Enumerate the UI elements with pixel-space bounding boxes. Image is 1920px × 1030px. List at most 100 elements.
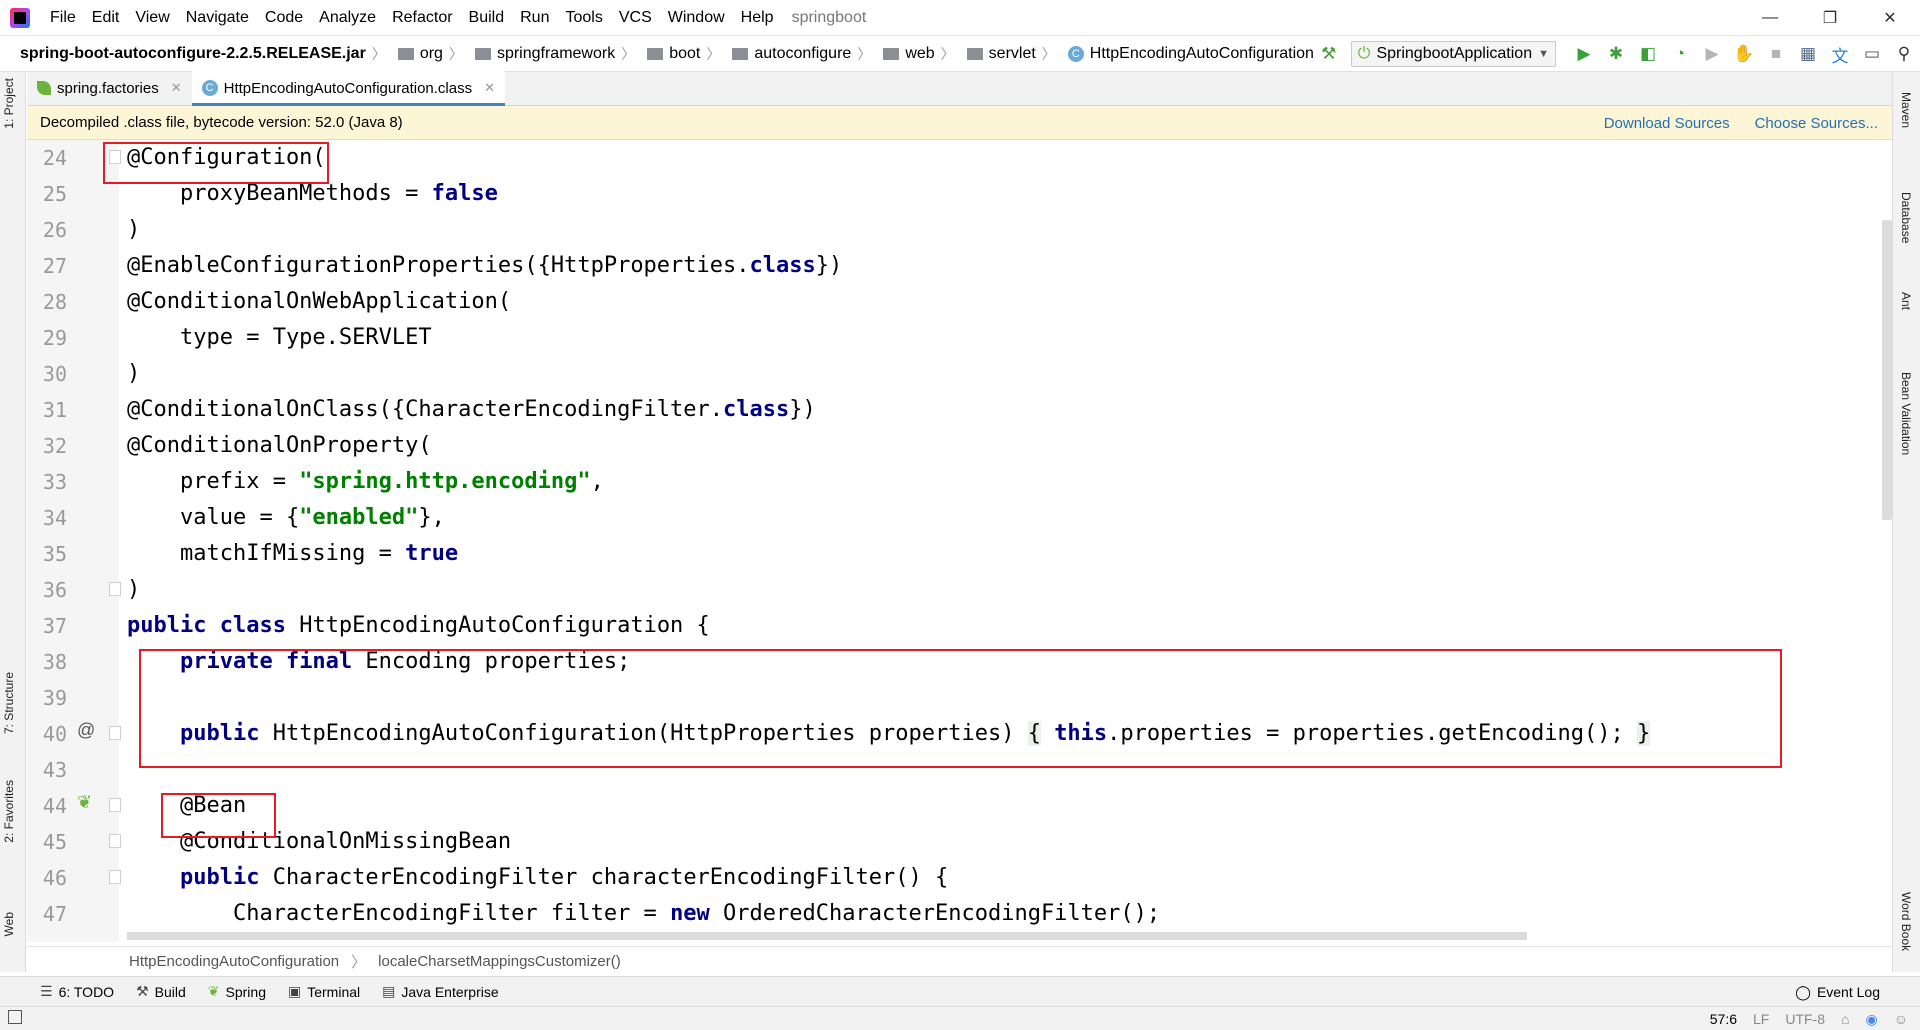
search-icon[interactable]: ⚲ — [1888, 40, 1920, 68]
chevron-right-icon: 〉 — [621, 45, 636, 62]
tool-tab-ant[interactable]: Ant — [1899, 292, 1913, 310]
choose-sources-link[interactable]: Choose Sources... — [1755, 115, 1878, 132]
terminal-icon: ▣ — [287, 983, 302, 999]
menu-tools[interactable]: Tools — [557, 9, 610, 27]
fold-icon[interactable] — [109, 798, 121, 812]
tool-tab-structure[interactable]: 7: Structure — [2, 672, 16, 734]
class-icon: C — [1067, 45, 1084, 62]
banner-text: Decompiled .class file, bytecode version… — [40, 114, 403, 131]
chevron-right-icon: 〉 — [706, 45, 721, 62]
tool-terminal[interactable]: ▣ Terminal — [288, 983, 360, 1000]
caret-position[interactable]: 57:6 — [1710, 1011, 1737, 1027]
restore-button[interactable]: ❐ — [1800, 0, 1860, 36]
menu-build[interactable]: Build — [461, 9, 513, 27]
line-separator[interactable]: LF — [1753, 1011, 1769, 1027]
tool-todo[interactable]: ☰ 6: TODO — [40, 983, 114, 1000]
tool-tab-favorites[interactable]: 2: Favorites — [2, 780, 16, 843]
editor-crumb-method[interactable]: localeCharsetMappingsCustomizer() — [378, 953, 621, 970]
intellij-logo-icon — [10, 7, 30, 28]
debug-icon[interactable]: ✱ — [1600, 40, 1632, 68]
file-encoding[interactable]: UTF-8 — [1785, 1011, 1825, 1027]
code-line: prefix = "spring.http.encoding", — [127, 469, 604, 494]
tool-tab-maven[interactable]: Maven — [1899, 92, 1913, 128]
inspector-icon[interactable]: ☺ — [1894, 1011, 1908, 1027]
tab-spring-factories[interactable]: spring.factories ✕ — [27, 71, 192, 105]
breadcrumb-boot[interactable]: boot — [669, 45, 700, 63]
layout-icon[interactable]: ▭ — [1856, 40, 1888, 68]
tab-label: HttpEncodingAutoConfiguration.class — [223, 79, 473, 97]
tool-tab-web[interactable]: Web — [2, 912, 16, 936]
close-icon[interactable]: ✕ — [171, 80, 182, 96]
vertical-scrollbar[interactable] — [1882, 220, 1892, 520]
at-sign-icon[interactable]: @ — [77, 720, 95, 741]
hammer-icon: ⚒ — [136, 983, 149, 999]
horizontal-scrollbar[interactable] — [127, 932, 1527, 940]
attach-icon[interactable]: ✋ — [1728, 40, 1760, 68]
tool-tab-bean-validation[interactable]: Bean Validation — [1899, 372, 1913, 455]
editor-crumb-class[interactable]: HttpEncodingAutoConfiguration — [129, 953, 339, 970]
close-window-button[interactable]: ✕ — [1860, 0, 1920, 36]
chrome-icon[interactable]: ◉ — [1865, 1011, 1877, 1028]
menu-navigate[interactable]: Navigate — [178, 9, 257, 27]
coverage-icon[interactable]: ◧ — [1632, 40, 1664, 68]
minimize-button[interactable]: — — [1740, 0, 1800, 36]
line-number: 34 — [42, 506, 67, 530]
menu-code[interactable]: Code — [257, 9, 311, 27]
breadcrumb-springframework[interactable]: springframework — [497, 45, 615, 63]
right-tool-strip: Maven Database Ant Bean Validation Word … — [1892, 72, 1920, 972]
fold-icon[interactable] — [109, 726, 121, 740]
run-icon[interactable]: ▶ — [1568, 40, 1600, 68]
tab-http-encoding-class[interactable]: C HttpEncodingAutoConfiguration.class ✕ — [191, 71, 506, 106]
tool-tab-project[interactable]: 1: Project — [2, 78, 16, 129]
breadcrumb-autoconfigure[interactable]: autoconfigure — [754, 45, 851, 63]
close-icon[interactable]: ✕ — [484, 80, 495, 96]
code-line: public class HttpEncodingAutoConfigurati… — [127, 613, 710, 638]
translate-icon[interactable]: 文 — [1824, 40, 1856, 68]
menu-edit[interactable]: Edit — [84, 9, 128, 27]
code-area[interactable]: @Configuration( proxyBeanMethods = false… — [127, 140, 1892, 942]
breadcrumb-class[interactable]: HttpEncodingAutoConfiguration — [1090, 45, 1314, 63]
lock-icon[interactable]: ⌂ — [1841, 1011, 1849, 1027]
code-editor[interactable]: 24 25 26 27 28 29 30 31 32 33 34 35 36 3… — [27, 140, 1892, 942]
breadcrumb-jar[interactable]: spring-boot-autoconfigure-2.2.5.RELEASE.… — [20, 45, 366, 63]
breadcrumb-org[interactable]: org — [420, 45, 443, 63]
menu-help[interactable]: Help — [733, 9, 782, 27]
tool-tab-word-book[interactable]: Word Book — [1899, 892, 1913, 951]
menu-bar: File Edit View Navigate Code Analyze Ref… — [0, 0, 1920, 36]
menu-file[interactable]: File — [42, 9, 84, 27]
menu-view[interactable]: View — [127, 9, 177, 27]
event-log-button[interactable]: ◯ Event Log — [1795, 977, 1880, 1007]
chevron-right-icon: 〉 — [448, 45, 463, 62]
line-number: 28 — [42, 290, 67, 314]
project-structure-icon[interactable]: ▦ — [1792, 40, 1824, 68]
left-tool-strip: 1: Project 7: Structure 2: Favorites Web — [0, 72, 26, 972]
fold-icon[interactable] — [109, 582, 121, 596]
project-name: springboot — [791, 8, 867, 26]
profile-icon[interactable]: ◔ — [1664, 40, 1696, 68]
code-line: @ConditionalOnClass({CharacterEncodingFi… — [127, 397, 816, 422]
run-config-select[interactable]: ⏻ SpringbootApplication ▼ — [1350, 41, 1556, 67]
fold-icon[interactable] — [109, 834, 121, 848]
tool-build[interactable]: ⚒ Build — [136, 983, 186, 1000]
tool-tab-database[interactable]: Database — [1899, 192, 1913, 243]
stop-icon[interactable]: ■ — [1760, 40, 1792, 68]
menu-window[interactable]: Window — [660, 9, 733, 27]
menu-analyze[interactable]: Analyze — [311, 9, 384, 27]
bottom-tool-bar: ☰ 6: TODO ⚒ Build ❦ Spring ▣ Terminal ▤ Java … — [0, 976, 1920, 1006]
hammer-build-icon[interactable]: ⚒ — [1313, 40, 1345, 68]
menu-refactor[interactable]: Refactor — [384, 9, 460, 27]
breadcrumb-web[interactable]: web — [905, 45, 934, 63]
download-sources-link[interactable]: Download Sources — [1604, 115, 1730, 132]
tool-spring[interactable]: ❦ Spring — [208, 983, 266, 1000]
run-step-icon[interactable]: ▶ — [1696, 40, 1728, 68]
menu-run[interactable]: Run — [512, 9, 557, 27]
breadcrumb-servlet[interactable]: servlet — [989, 45, 1036, 63]
line-number: 26 — [42, 218, 67, 242]
toggle-tool-windows-icon[interactable] — [8, 1010, 22, 1024]
tool-java-enterprise[interactable]: ▤ Java Enterprise — [382, 983, 499, 1000]
line-number: 30 — [42, 362, 67, 386]
folder-icon — [966, 47, 983, 60]
menu-vcs[interactable]: VCS — [611, 9, 660, 27]
spring-bean-icon[interactable]: ❦ — [77, 792, 92, 813]
fold-icon[interactable] — [109, 870, 121, 884]
